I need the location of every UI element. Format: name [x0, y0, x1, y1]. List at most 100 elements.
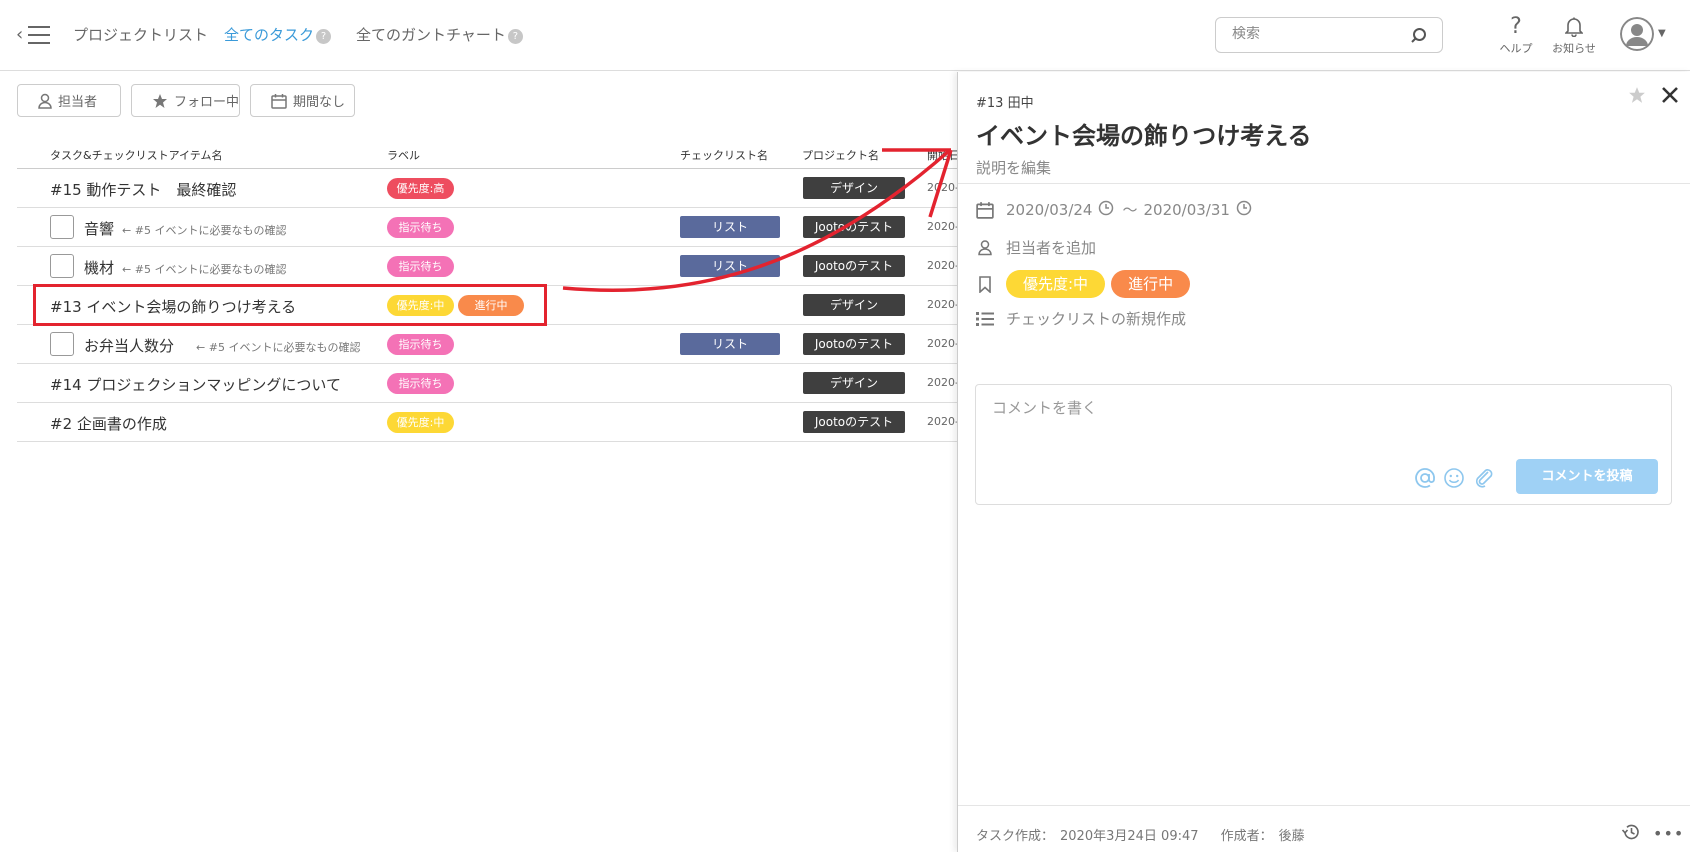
help-button[interactable]: ? ヘルプ [1494, 14, 1538, 56]
calendar-icon [974, 201, 996, 219]
label-waiting: 指示待ち [387, 256, 454, 277]
start-date: 2020-03-24 [927, 298, 957, 311]
user-avatar[interactable] [1620, 17, 1654, 51]
nav-all-gantt[interactable]: 全てのガントチャート? [356, 24, 523, 45]
project-badge[interactable]: Jootoのテスト [803, 255, 905, 277]
close-icon[interactable] [1661, 86, 1679, 108]
table-row[interactable]: 音響 ← #5 イベントに必要なもの確認 指示待ち リスト Jootoのテスト 2… [17, 208, 957, 247]
checklist-row[interactable]: チェックリストの新規作成 [974, 308, 1186, 329]
assignee-row[interactable]: 担当者を追加 [974, 237, 1096, 258]
start-date: 2020-03-25 [927, 376, 957, 389]
date-range-row: 2020/03/24 〜 2020/03/31 [974, 199, 1252, 220]
parent-task-link[interactable]: ← #5 イベントに必要なもの確認 [196, 341, 360, 354]
favorite-star-icon[interactable] [1628, 86, 1646, 108]
project-badge[interactable]: Jootoのテスト [803, 333, 905, 355]
help-question-icon[interactable]: ? [507, 29, 523, 44]
table-row[interactable]: お弁当人数分 ← #5 イベントに必要なもの確認 指示待ち リスト Jootoのテ… [17, 325, 957, 364]
post-comment-button[interactable]: コメントを投稿 [1516, 459, 1658, 494]
end-date-value[interactable]: 2020/03/31 [1143, 201, 1229, 219]
checklist-badge[interactable]: リスト [680, 333, 780, 355]
table-row[interactable]: 機材 ← #5 イベントに必要なもの確認 指示待ち リスト Jootoのテスト 2… [17, 247, 957, 286]
person-icon [974, 239, 996, 256]
task-meta: タスク作成： 2020年3月24日 09:47 作成者： 後藤 [976, 829, 1305, 844]
start-date: 2020-03-25 [927, 337, 957, 350]
parent-task-link[interactable]: ← #5 イベントに必要なもの確認 [122, 263, 286, 276]
project-badge[interactable]: デザイン [803, 177, 905, 199]
caret-down-icon[interactable]: ▼ [1658, 28, 1666, 39]
label-in-progress[interactable]: 進行中 [1111, 270, 1191, 298]
search-box [1215, 17, 1443, 53]
table-row[interactable]: #14 プロジェクションマッピングについて 指示待ち デザイン 2020-03-… [17, 364, 957, 403]
column-header-label[interactable]: ラベル [387, 147, 420, 163]
clock-icon[interactable] [1098, 200, 1114, 220]
more-options-icon[interactable]: ••• [1653, 824, 1684, 843]
edit-description-link[interactable]: 説明を編集 [976, 157, 1051, 178]
labels-row: 優先度:中 進行中 [974, 270, 1196, 298]
project-badge[interactable]: デザイン [803, 372, 905, 394]
parent-task-link[interactable]: ← #5 イベントに必要なもの確認 [122, 224, 286, 237]
user-avatar-icon [1620, 17, 1654, 51]
filter-assignee-button[interactable]: 担当者 [17, 84, 121, 117]
history-icon[interactable] [1621, 822, 1641, 846]
question-icon: ? [1510, 14, 1522, 39]
bookmark-icon[interactable] [974, 275, 996, 293]
project-badge[interactable]: Jootoのテスト [803, 216, 905, 238]
attachment-icon[interactable] [1473, 467, 1495, 493]
list-icon [974, 311, 996, 327]
column-header-checklist[interactable]: チェックリスト名 [680, 147, 768, 163]
comment-box: コメントを投稿 [975, 384, 1672, 505]
help-question-icon[interactable]: ? [316, 29, 332, 44]
table-row[interactable]: #15 動作テスト 最終確認 優先度:高 デザイン 2020-03-25 [17, 169, 957, 208]
hamburger-icon [28, 26, 50, 28]
clock-icon[interactable] [1236, 200, 1252, 220]
filter-no-deadline-button[interactable]: 期間なし [250, 84, 355, 117]
checklist-item-checkbox[interactable] [50, 332, 74, 356]
add-assignee-link[interactable]: 担当者を追加 [1006, 237, 1096, 258]
label-waiting: 指示待ち [387, 334, 454, 355]
nav-project-list[interactable]: プロジェクトリスト [73, 24, 208, 45]
start-date: 2020-03-25 [927, 415, 957, 428]
table-row[interactable]: #2 企画書の作成 優先度:中 Jootoのテスト 2020-03-25 [17, 403, 957, 442]
create-checklist-link[interactable]: チェックリストの新規作成 [1006, 308, 1186, 329]
label-priority-mid: 優先度:中 [387, 412, 454, 433]
comment-input[interactable] [992, 397, 1392, 437]
mention-icon[interactable] [1414, 467, 1436, 493]
filter-following-button[interactable]: フォロー中 [131, 84, 240, 117]
label-priority-mid[interactable]: 優先度:中 [1006, 270, 1106, 298]
search-icon[interactable] [1410, 27, 1428, 49]
checklist-item-name[interactable]: 機材 ← #5 イベントに必要なもの確認 [84, 257, 286, 278]
divider [958, 183, 1690, 184]
task-detail-panel: #13 田中 イベント会場の飾りつけ考える 説明を編集 2020/03/24 〜… [957, 72, 1690, 852]
chevron-left-icon: ‹ [16, 24, 24, 45]
task-name[interactable]: #14 プロジェクションマッピングについて [50, 374, 341, 395]
task-title[interactable]: イベント会場の飾りつけ考える [976, 116, 1312, 151]
notifications-button[interactable]: お知らせ [1548, 14, 1600, 56]
start-date: 2020-03-25 [927, 181, 957, 194]
task-name[interactable]: #15 動作テスト 最終確認 [50, 179, 236, 200]
column-header-project[interactable]: プロジェクト名 [802, 147, 879, 163]
person-icon [38, 93, 52, 109]
nav-all-tasks[interactable]: 全てのタスク? [224, 24, 332, 45]
project-badge[interactable]: デザイン [803, 294, 905, 316]
label-waiting: 指示待ち [387, 217, 454, 238]
column-header-name[interactable]: タスク&チェックリストアイテム名 [50, 147, 222, 163]
checklist-item-checkbox[interactable] [50, 254, 74, 278]
start-date: 2020-03-25 [927, 220, 957, 233]
emoji-icon[interactable] [1443, 467, 1465, 493]
checklist-item-name[interactable]: お弁当人数分 ← #5 イベントに必要なもの確認 [84, 335, 360, 356]
task-name[interactable]: #2 企画書の作成 [50, 413, 167, 434]
bell-icon [1548, 14, 1600, 40]
checklist-badge[interactable]: リスト [680, 216, 780, 238]
column-header-start[interactable]: 開始日 [927, 147, 957, 163]
checklist-item-checkbox[interactable] [50, 215, 74, 239]
calendar-icon [271, 93, 287, 109]
checklist-item-name[interactable]: 音響 ← #5 イベントに必要なもの確認 [84, 218, 286, 239]
range-separator: 〜 [1122, 201, 1138, 219]
project-badge[interactable]: Jootoのテスト [803, 411, 905, 433]
task-id-assignee: #13 田中 [976, 96, 1034, 111]
search-input[interactable] [1232, 26, 1402, 42]
label-priority-high: 優先度:高 [387, 178, 454, 199]
checklist-badge[interactable]: リスト [680, 255, 780, 277]
menu-toggle-button[interactable]: ‹ [16, 22, 52, 48]
start-date-value[interactable]: 2020/03/24 [1006, 201, 1092, 219]
